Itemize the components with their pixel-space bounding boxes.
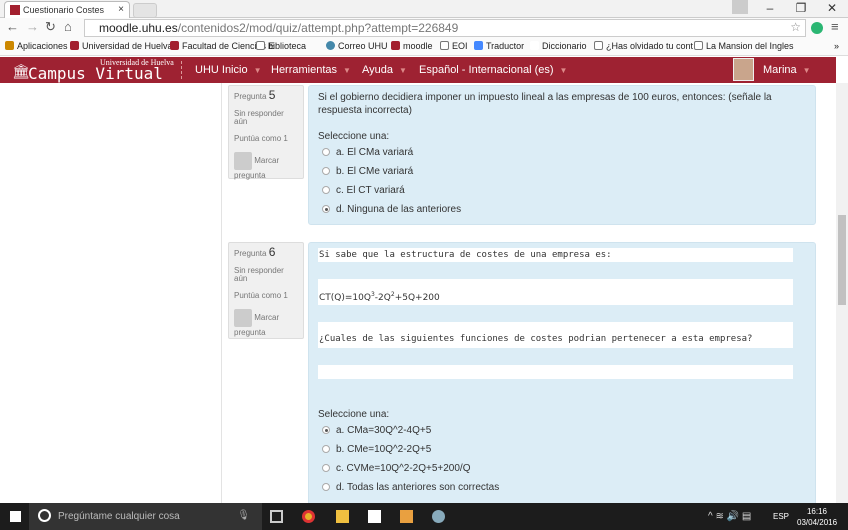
question-info-5: Pregunta 5 Sin responder aún Puntúa como… bbox=[228, 85, 304, 182]
option-d[interactable]: d. Todas las anteriores son correctas bbox=[322, 482, 806, 493]
bookmark-item[interactable]: ¿Has olvidado tu cont bbox=[594, 41, 693, 51]
flag-icon bbox=[234, 152, 252, 170]
option-a[interactable]: a. CMa=30Q^2-4Q+5 bbox=[322, 425, 806, 436]
question-info-6: Pregunta 6 Sin responder aún Puntúa como… bbox=[228, 242, 304, 339]
paint-icon[interactable] bbox=[432, 510, 445, 523]
flag-question-button[interactable]: Marcar pregunta bbox=[234, 152, 298, 182]
bookmark-item[interactable]: Aplicaciones bbox=[5, 41, 68, 51]
bookmark-item[interactable]: Correo UHU bbox=[326, 41, 388, 51]
language-indicator[interactable]: ESP bbox=[773, 512, 789, 521]
tray-icons[interactable]: ^ ≋ 🔊 ▤ bbox=[708, 511, 751, 522]
bookmark-item[interactable]: Traductor bbox=[474, 41, 524, 51]
option-b[interactable]: b. El CMe variará bbox=[322, 166, 806, 177]
bookmark-item[interactable]: Diccionario bbox=[530, 41, 587, 51]
extension-icon[interactable] bbox=[811, 22, 823, 34]
select-prompt: Seleccione una: bbox=[318, 409, 390, 420]
user-menu[interactable]: Marina ▼ bbox=[763, 64, 811, 76]
option-b[interactable]: b. CMe=10Q^2-2Q+5 bbox=[322, 444, 806, 455]
media-icon[interactable] bbox=[400, 510, 413, 523]
back-icon[interactable]: ← bbox=[6, 19, 19, 34]
bookmark-item[interactable]: La Mansion del Ingles bbox=[694, 41, 794, 51]
bookmarks-bar: Aplicaciones Universidad de Huelva Facul… bbox=[0, 38, 848, 56]
windows-start-icon[interactable] bbox=[10, 511, 21, 522]
task-view-icon[interactable] bbox=[270, 510, 283, 523]
select-prompt: Seleccione una: bbox=[318, 131, 390, 142]
tab-title: Cuestionario Costes bbox=[23, 5, 105, 15]
site-navbar: 🏛 Universidad de Huelva Campus Virtual U… bbox=[0, 57, 836, 83]
minimize-button[interactable]: – bbox=[755, 0, 785, 16]
new-tab-button[interactable] bbox=[133, 3, 157, 18]
option-d[interactable]: d. Ninguna de las anteriores bbox=[322, 204, 806, 215]
bookmark-item[interactable]: Universidad de Huelva bbox=[70, 41, 173, 51]
menu-herramientas[interactable]: Herramientas ▼ bbox=[271, 64, 351, 76]
flag-question-button[interactable]: Marcar pregunta bbox=[234, 309, 298, 339]
question-score: Puntúa como 1 bbox=[234, 134, 288, 143]
question-6: Si sabe que la estructura de costes de u… bbox=[308, 242, 816, 512]
home-icon[interactable]: ⌂ bbox=[64, 19, 72, 34]
logo-title: Campus Virtual bbox=[28, 64, 163, 83]
forward-icon[interactable]: → bbox=[26, 19, 39, 34]
left-sidebar bbox=[0, 83, 222, 503]
cortana-search[interactable]: Pregúntame cualquier cosa 🎙 bbox=[29, 503, 262, 530]
menu-icon[interactable]: ≡ bbox=[831, 19, 839, 34]
question-text: Si el gobierno decidiera imponer un impu… bbox=[318, 92, 772, 116]
favicon-icon bbox=[10, 5, 20, 15]
bookmark-item[interactable]: EOI bbox=[440, 41, 468, 51]
question-subtext: ¿Cuales de las siguientes funciones de c… bbox=[318, 322, 793, 348]
close-window-button[interactable]: ✕ bbox=[817, 0, 847, 16]
microphone-icon[interactable]: 🎙 bbox=[237, 510, 250, 521]
browser-tab[interactable]: Cuestionario Costes × bbox=[4, 1, 130, 18]
option-c[interactable]: c. El CT variará bbox=[322, 185, 806, 196]
reload-icon[interactable]: ↻ bbox=[45, 19, 56, 35]
chrome-icon[interactable] bbox=[302, 510, 315, 523]
question-status: Sin responder aún bbox=[234, 109, 284, 126]
blank-line bbox=[318, 365, 793, 379]
question-status: Sin responder aún bbox=[234, 266, 284, 283]
menu-uhu-inicio[interactable]: UHU Inicio ▼ bbox=[195, 64, 262, 76]
clock[interactable]: 16:16 03/04/2016 bbox=[797, 506, 837, 528]
menu-ayuda[interactable]: Ayuda ▼ bbox=[362, 64, 407, 76]
tab-strip: Cuestionario Costes × – ❐ ✕ bbox=[0, 0, 848, 18]
option-a[interactable]: a. El CMa variará bbox=[322, 147, 806, 158]
menu-language[interactable]: Español - Internacional (es) ▼ bbox=[419, 64, 567, 76]
question-score: Puntúa como 1 bbox=[234, 291, 288, 300]
option-c[interactable]: c. CVMe=10Q^2-2Q+5+200/Q bbox=[322, 463, 806, 474]
restore-button[interactable]: ❐ bbox=[786, 0, 816, 16]
flag-icon bbox=[234, 309, 252, 327]
address-bar[interactable]: moodle.uhu.es/contenidos2/mod/quiz/attem… bbox=[84, 19, 806, 37]
question-text: Si sabe que la estructura de costes de u… bbox=[318, 248, 793, 262]
bookmark-item[interactable]: biblioteca bbox=[256, 41, 306, 51]
star-icon[interactable]: ☆ bbox=[790, 20, 801, 34]
question-number: 5 bbox=[268, 88, 276, 102]
question-5: Si el gobierno decidiera imponer un impu… bbox=[308, 85, 816, 225]
more-bookmarks[interactable]: » bbox=[834, 41, 839, 51]
cost-formula: CT(Q)=10Q3-2Q2+5Q+200 bbox=[318, 279, 793, 305]
close-tab-icon[interactable]: × bbox=[118, 4, 124, 15]
file-explorer-icon[interactable] bbox=[336, 510, 349, 523]
avatar[interactable] bbox=[733, 58, 754, 81]
profile-icon[interactable] bbox=[732, 0, 748, 14]
taskbar: Pregúntame cualquier cosa 🎙 ^ ≋ 🔊 ▤ ESP 1… bbox=[0, 503, 848, 530]
question-number: 6 bbox=[268, 245, 276, 259]
store-icon[interactable] bbox=[368, 510, 381, 523]
scrollbar-thumb[interactable] bbox=[838, 215, 846, 305]
cortana-icon bbox=[38, 509, 51, 522]
bookmark-item[interactable]: moodle bbox=[391, 41, 433, 51]
